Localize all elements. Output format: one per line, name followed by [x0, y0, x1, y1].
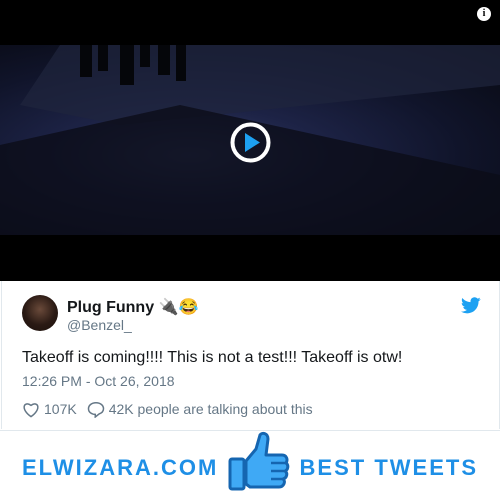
speech-bubble-icon[interactable]	[87, 401, 105, 418]
twitter-bird-icon[interactable]	[461, 297, 481, 314]
tweet-card: Plug Funny 🔌😂 @Benzel_ Takeoff is coming…	[1, 281, 500, 429]
heart-icon[interactable]	[22, 401, 40, 418]
tweet-timestamp[interactable]: 12:26 PM - Oct 26, 2018	[22, 373, 175, 389]
tweet-text: Takeoff is coming!!!! This is not a test…	[22, 349, 403, 366]
site-banner: ELWIZARA.COM BEST TWEETS	[0, 430, 500, 504]
thumbs-up-icon	[228, 431, 290, 491]
site-name: ELWIZARA.COM	[22, 455, 219, 480]
user-handle[interactable]: @Benzel_	[67, 317, 132, 333]
play-button[interactable]	[230, 122, 271, 163]
play-icon	[230, 122, 271, 163]
banner-tagline: BEST TWEETS	[299, 455, 478, 480]
tweet-actions: 107K 42K people are talking about this	[22, 400, 313, 418]
talking-about-text[interactable]: 42K people are talking about this	[109, 401, 313, 417]
video-player[interactable]: i	[0, 0, 500, 281]
info-icon[interactable]: i	[477, 7, 491, 21]
avatar[interactable]	[22, 295, 58, 331]
display-name[interactable]: Plug Funny 🔌😂	[67, 297, 198, 317]
like-count[interactable]: 107K	[44, 401, 77, 417]
